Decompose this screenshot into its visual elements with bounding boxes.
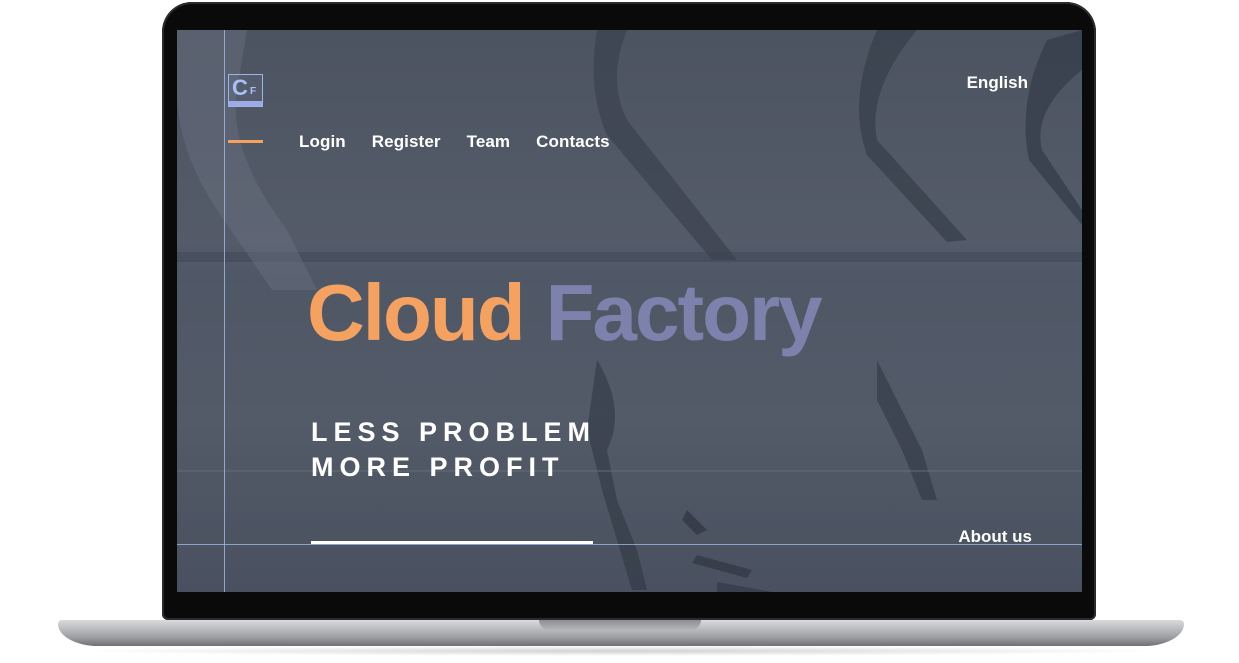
logo-letter-f: F [250,86,257,97]
main-nav: Login Register Team Contacts [299,132,610,152]
hero-title: Cloud Factory [307,268,823,358]
hero-title-word-cloud: Cloud [307,268,526,357]
hero-tagline: LESS PROBLEM MORE PROFIT [311,415,596,485]
nav-login-link[interactable]: Login [299,132,346,152]
accent-dash [228,140,263,143]
layout-guide-vertical [224,30,225,592]
language-selector[interactable]: English [967,73,1028,93]
nav-team-link[interactable]: Team [467,132,511,152]
laptop-screen: C F Login Register Team Contacts English… [177,30,1082,592]
about-us-link[interactable]: About us [958,527,1032,547]
logo-letter-c: C [232,75,248,100]
site-logo[interactable]: C F [228,74,263,107]
laptop-opening-notch [539,620,701,630]
hero-underline-bar [311,541,593,544]
laptop-shadow [70,646,1170,656]
laptop-mockup: C F Login Register Team Contacts English… [0,0,1239,663]
tagline-line-2: MORE PROFIT [311,452,565,482]
hero-title-word-factory: Factory [545,268,823,357]
layout-guide-horizontal [177,544,1082,545]
nav-register-link[interactable]: Register [372,132,441,152]
logo-underline [229,101,262,106]
nav-contacts-link[interactable]: Contacts [536,132,610,152]
tagline-line-1: LESS PROBLEM [311,417,597,447]
